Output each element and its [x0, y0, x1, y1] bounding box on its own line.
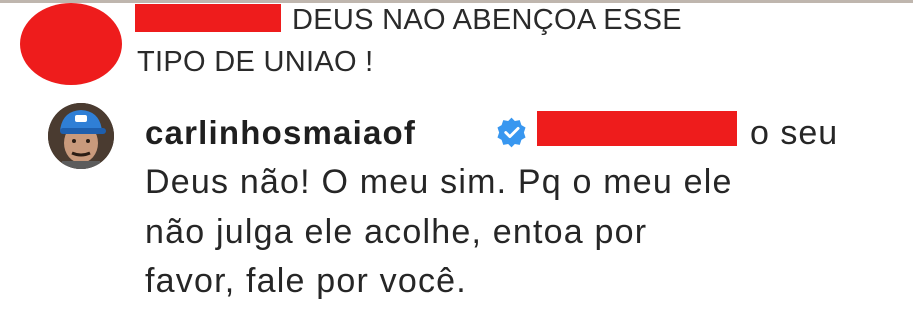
reply-text-line3: não julga ele acolhe, entoa por [145, 213, 648, 251]
reply-text-tail: o seu [750, 114, 839, 152]
reply-text-line2: Deus não! O meu sim. Pq o meu ele [145, 163, 733, 201]
comment-thread: DEUS NAO ABENÇOA ESSE TIPO DE UNIAO ! ca… [0, 0, 913, 312]
user-avatar[interactable] [48, 103, 114, 169]
verified-check-icon [497, 117, 526, 148]
reply-username[interactable]: carlinhosmaiaof [145, 113, 416, 153]
redacted-avatar[interactable] [20, 3, 122, 85]
user-avatar-image [48, 103, 114, 169]
redacted-username[interactable] [135, 4, 281, 32]
comment-text-line2: TIPO DE UNIAO ! [137, 46, 374, 78]
reply-text-line4: favor, fale por você. [145, 262, 467, 300]
comment-text-line1: DEUS NAO ABENÇOA ESSE [292, 4, 682, 36]
redacted-mention[interactable] [537, 111, 737, 146]
